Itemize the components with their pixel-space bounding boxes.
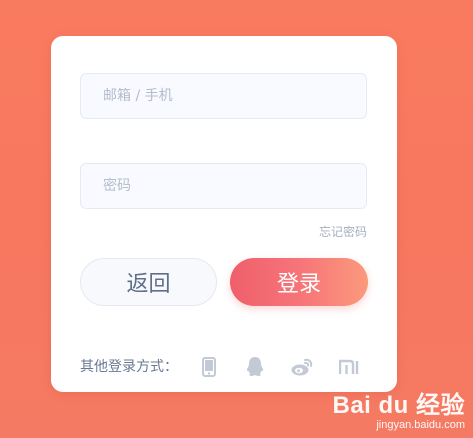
watermark-logo: Bai du 经验	[332, 392, 465, 419]
login-button[interactable]: 登录	[230, 258, 368, 306]
phone-login-icon[interactable]	[196, 354, 222, 380]
email-input[interactable]	[80, 73, 367, 119]
other-login-label: 其他登录方式：	[80, 359, 178, 375]
watermark-url: jingyan.baidu.com	[376, 419, 465, 431]
baidu-jingyan-watermark: Bai du 经验 jingyan.baidu.com	[332, 393, 465, 432]
back-button[interactable]: 返回	[80, 258, 217, 306]
login-card: 忘记密码 返回 登录 其他登录方式：	[51, 36, 397, 392]
password-input[interactable]	[80, 163, 367, 209]
xiaomi-icon[interactable]	[336, 354, 362, 380]
qq-icon[interactable]	[242, 354, 268, 380]
forgot-password-link[interactable]: 忘记密码	[319, 223, 367, 240]
weibo-icon[interactable]	[289, 354, 315, 380]
